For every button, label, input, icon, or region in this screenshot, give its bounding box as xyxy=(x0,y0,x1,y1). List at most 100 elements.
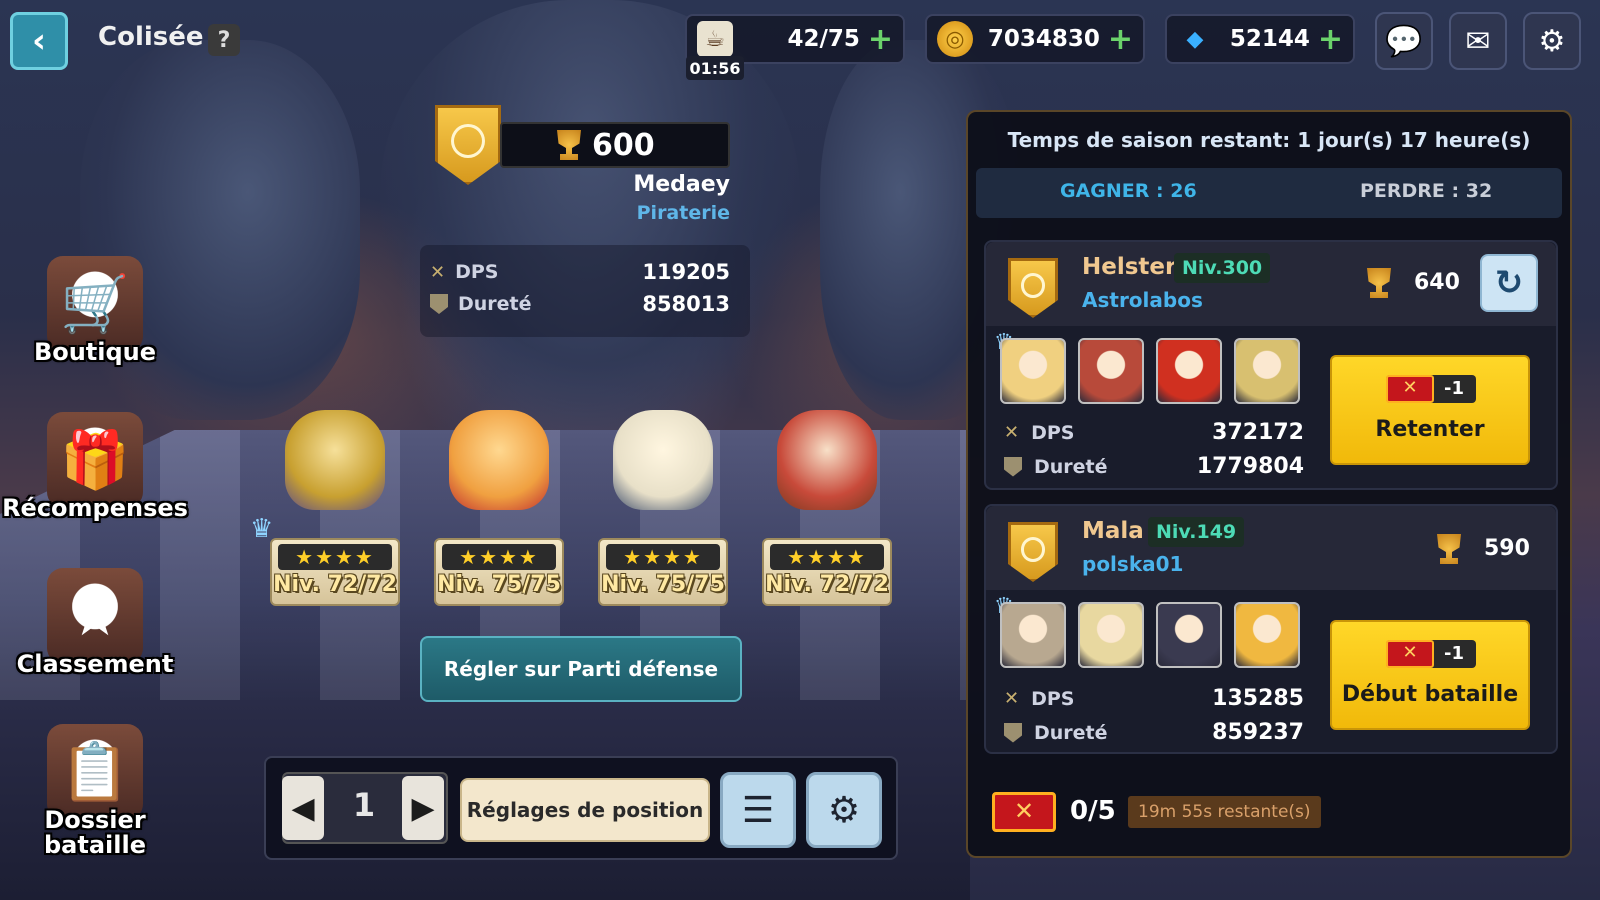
battle-folder-button[interactable]: 📋 Dossier bataille xyxy=(0,724,190,858)
rewards-label: Récompenses xyxy=(2,494,188,522)
triangle-right-icon: ▶ xyxy=(411,790,435,826)
opponent-name: Helster xyxy=(1082,254,1177,280)
next-team-button[interactable]: ▶ xyxy=(402,776,444,840)
hero-tag-3: ★★★★ Niv. 75/75 xyxy=(598,538,728,606)
add-stamina-button[interactable]: + xyxy=(868,22,893,57)
shield-icon xyxy=(430,294,448,314)
shop-label: Boutique xyxy=(33,338,157,366)
retry-battle-button[interactable]: -1 ✕ Retenter xyxy=(1330,355,1530,465)
opponent-toughness: 1779804 xyxy=(1196,454,1304,479)
opponent-guild: polska01 xyxy=(1082,552,1184,576)
add-gold-button[interactable]: + xyxy=(1108,22,1133,57)
gem-value: 52144 xyxy=(1229,26,1310,52)
triangle-left-icon: ◀ xyxy=(291,790,315,826)
toughness-label: Dureté xyxy=(1034,455,1108,478)
add-gems-button[interactable]: + xyxy=(1318,22,1343,57)
crossed-swords-icon: ✕ xyxy=(430,261,446,283)
hero-slot-4[interactable] xyxy=(762,410,892,520)
toughness-label: Dureté xyxy=(1034,721,1108,744)
list-icon: ☰ xyxy=(741,789,775,831)
team-list-button[interactable]: ☰ xyxy=(720,772,796,848)
opponent-hero-portrait xyxy=(1078,602,1144,668)
stamina-value: 42/75 xyxy=(787,26,860,52)
hero-tag-2: ★★★★ Niv. 75/75 xyxy=(434,538,564,606)
opponent-name: Mala xyxy=(1082,518,1144,544)
retry-label: Retenter xyxy=(1375,417,1485,442)
dps-label: DPS xyxy=(1031,421,1075,444)
opponent-hero-portrait xyxy=(1234,602,1300,668)
loss-count: PERDRE : 32 xyxy=(1360,180,1493,202)
opponent-guild: Astrolabos xyxy=(1082,288,1203,312)
hero-tag-1: ★★★★ Niv. 72/72 xyxy=(270,538,400,606)
battle-ticket-icon: ✕ xyxy=(992,792,1056,832)
opponent-score: 590 xyxy=(1484,536,1530,561)
back-arrow-icon: ‹ xyxy=(31,21,46,61)
opponent-toughness-row: Dureté 1779804 xyxy=(1004,454,1304,479)
win-count: GAGNER : 26 xyxy=(1060,180,1197,202)
position-settings-button[interactable]: Réglages de position xyxy=(460,778,710,842)
opponent-hero-portrait xyxy=(1000,338,1066,404)
start-battle-button[interactable]: -1 ✕ Début bataille xyxy=(1330,620,1530,730)
hero-slot-1[interactable] xyxy=(270,410,400,520)
opponent-dps: 135285 xyxy=(1212,686,1304,711)
hero-slot-2[interactable] xyxy=(434,410,564,520)
previous-team-button[interactable]: ◀ xyxy=(282,776,324,840)
leader-crown-icon: ♛ xyxy=(250,514,274,544)
toughness-label: Dureté xyxy=(458,293,532,315)
shop-button[interactable]: 🛒 Boutique xyxy=(0,256,190,365)
opponent-level: Niv.149 xyxy=(1148,517,1245,547)
opponent-hero-portrait xyxy=(1156,338,1222,404)
team-settings-button[interactable]: ⚙ xyxy=(806,772,882,848)
help-button[interactable]: ? xyxy=(208,24,240,56)
crossed-swords-icon: ✕ xyxy=(1004,688,1020,709)
team-page-number: 1 xyxy=(352,786,376,824)
player-score-value: 600 xyxy=(592,127,655,163)
hero-slot-3[interactable] xyxy=(598,410,728,520)
hero-sprite xyxy=(285,410,385,510)
opponent-toughness-row: Dureté 859237 xyxy=(1004,720,1304,745)
hero-sprite xyxy=(613,410,713,510)
shield-icon xyxy=(1004,722,1022,743)
ticket-refill-timer: 19m 55s restante(s) xyxy=(1128,796,1321,828)
rewards-button[interactable]: 🎁 Récompenses xyxy=(0,412,190,521)
trophy-icon xyxy=(557,130,581,160)
opponent-hero-portrait xyxy=(1000,602,1066,668)
player-name: Medaey xyxy=(633,172,730,197)
star-rating: ★★★★ xyxy=(278,544,392,570)
chat-button[interactable]: 💬 xyxy=(1375,12,1433,70)
gear-icon: ⚙ xyxy=(827,789,861,831)
battle-folder-label: Dossier bataille xyxy=(44,806,146,860)
opponent-header xyxy=(986,242,1556,326)
stamina-timer: 01:56 xyxy=(686,56,744,80)
hero-level: Niv. 75/75 xyxy=(601,572,725,597)
chat-bubble-icon: 💬 xyxy=(1385,23,1423,59)
opponent-toughness: 859237 xyxy=(1212,720,1304,745)
refresh-opponents-button[interactable]: ↻ xyxy=(1480,254,1538,312)
opponent-hero-portrait xyxy=(1078,338,1144,404)
ranking-button[interactable]: ★ Classement xyxy=(0,568,190,677)
player-stats-box xyxy=(420,245,750,337)
hero-level: Niv. 72/72 xyxy=(273,572,397,597)
hero-sprite xyxy=(449,410,549,510)
opponent-header xyxy=(986,506,1556,590)
coffee-cup-icon: ☕ xyxy=(697,21,733,57)
star-rating: ★★★★ xyxy=(606,544,720,570)
season-remaining: Temps de saison restant: 1 jour(s) 17 he… xyxy=(1007,128,1531,152)
opponent-level: Niv.300 xyxy=(1174,253,1271,283)
ranking-label: Classement xyxy=(16,650,174,678)
star-rating: ★★★★ xyxy=(442,544,556,570)
opponent-dps-row: ✕ DPS 135285 xyxy=(1004,686,1304,711)
opponent-dps: 372172 xyxy=(1212,420,1304,445)
mail-button[interactable]: ✉ xyxy=(1449,12,1507,70)
set-defense-team-button[interactable]: Régler sur Parti défense xyxy=(420,636,742,702)
hero-sprite xyxy=(777,410,877,510)
gem-counter: ◆ 52144 + xyxy=(1165,14,1355,64)
settings-button[interactable]: ⚙ xyxy=(1523,12,1581,70)
hero-tag-4: ★★★★ Niv. 72/72 xyxy=(762,538,892,606)
back-button[interactable]: ‹ xyxy=(10,12,68,70)
gold-counter: ◎ 7034830 + xyxy=(925,14,1145,64)
gold-value: 7034830 xyxy=(987,26,1100,52)
crossed-swords-icon: ✕ xyxy=(1004,422,1020,443)
player-guild: Piraterie xyxy=(636,202,730,224)
envelope-icon: ✉ xyxy=(1465,23,1491,59)
